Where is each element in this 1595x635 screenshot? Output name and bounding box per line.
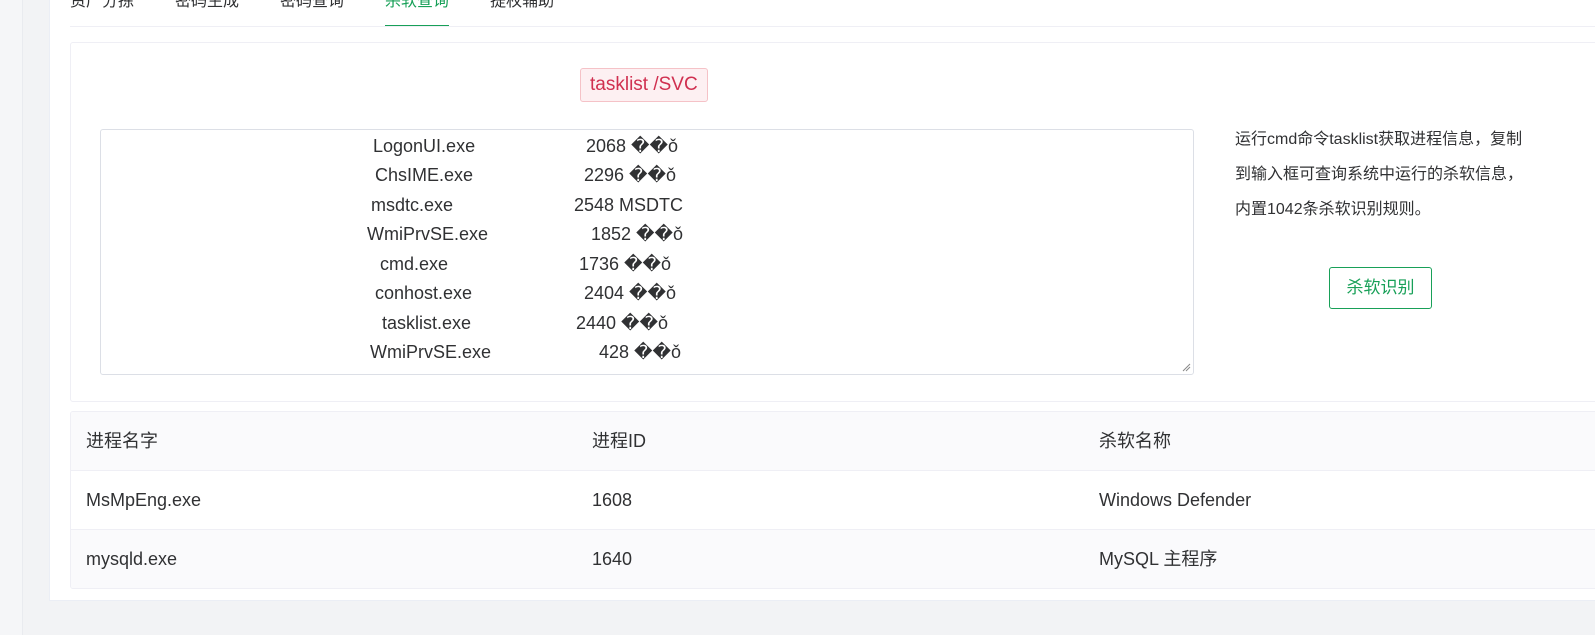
textarea-line-pid: 2404 ��ǒ — [584, 283, 676, 303]
textarea-line-pid: 2440 ��ǒ — [576, 313, 668, 333]
table-header-row: 进程名字 进程ID 杀软名称 — [71, 412, 1595, 471]
textarea-line-pid: 2548 MSDTC — [574, 195, 684, 215]
tab-antivirus-query[interactable]: 杀软查询 — [385, 0, 450, 27]
result-table: 进程名字 进程ID 杀软名称 MsMpEng.exe 1608 Windows … — [70, 411, 1595, 589]
tab-privilege-escalation[interactable]: 提权辅助 — [490, 0, 554, 20]
detect-antivirus-button[interactable]: 杀软识别 — [1329, 267, 1432, 309]
textarea-line-pid: 2296 ��ǒ — [584, 165, 676, 185]
table-row: mysqld.exe 1640 MySQL 主程序 — [71, 530, 1595, 588]
textarea-line-name: conhost.exe — [375, 283, 473, 303]
command-tag: tasklist /SVC — [580, 68, 708, 102]
textarea-line-name: tasklist.exe — [382, 313, 472, 333]
cell-process-id: 1608 — [592, 490, 633, 510]
textarea-line-name: ChsIME.exe — [375, 165, 474, 185]
left-sidebar-edge — [0, 0, 23, 635]
textarea-line-pid: 1736 ��ǒ — [579, 254, 671, 274]
textarea-line-name: LogonUI.exe — [373, 136, 476, 156]
tool-tabs: 资产分拣 密码生成 密码查询 杀软查询 提权辅助 — [70, 0, 595, 27]
textarea-line-pid: 2068 ��ǒ — [586, 136, 678, 156]
cell-process-id: 1640 — [592, 549, 633, 569]
cell-antivirus-name: Windows Defender — [1099, 490, 1252, 510]
help-line: 运行cmd命令tasklist获取进程信息，复制 — [1235, 131, 1523, 148]
tasklist-textarea[interactable]: LogonUI.exe 2068 ��ǒ ChsIME.exe 2296 ��ǒ… — [100, 129, 1194, 375]
tabs-divider — [70, 26, 1595, 27]
textarea-line-name: msdtc.exe — [371, 195, 454, 215]
textarea-line-name: WmiPrvSE.exe — [370, 342, 492, 362]
textarea-line-name: cmd.exe — [380, 254, 449, 274]
cell-process-name: mysqld.exe — [86, 549, 178, 569]
header-process-id: 进程ID — [592, 431, 646, 451]
tab-password-generate[interactable]: 密码生成 — [175, 0, 239, 20]
cell-antivirus-name: MySQL 主程序 — [1099, 549, 1218, 569]
resize-handle-icon[interactable] — [1182, 363, 1191, 372]
textarea-line-name: WmiPrvSE.exe — [367, 224, 489, 244]
cell-process-name: MsMpEng.exe — [86, 490, 202, 510]
tab-password-query[interactable]: 密码查询 — [280, 0, 344, 20]
help-line: 到输入框可查询系统中运行的杀软信息， — [1235, 166, 1524, 183]
textarea-line-pid: 428 ��ǒ — [599, 342, 681, 362]
header-antivirus-name: 杀软名称 — [1099, 431, 1171, 451]
table-row: MsMpEng.exe 1608 Windows Defender — [71, 471, 1595, 530]
textarea-line-pid: 1852 ��ǒ — [591, 224, 683, 244]
header-process-name: 进程名字 — [86, 431, 158, 451]
tab-asset-sorting[interactable]: 资产分拣 — [70, 0, 134, 20]
help-description: 运行cmd命令tasklist获取进程信息，复制 到输入框可查询系统中运行的杀软… — [1235, 122, 1565, 227]
help-line: 内置1042条杀软识别规则。 — [1235, 201, 1431, 218]
